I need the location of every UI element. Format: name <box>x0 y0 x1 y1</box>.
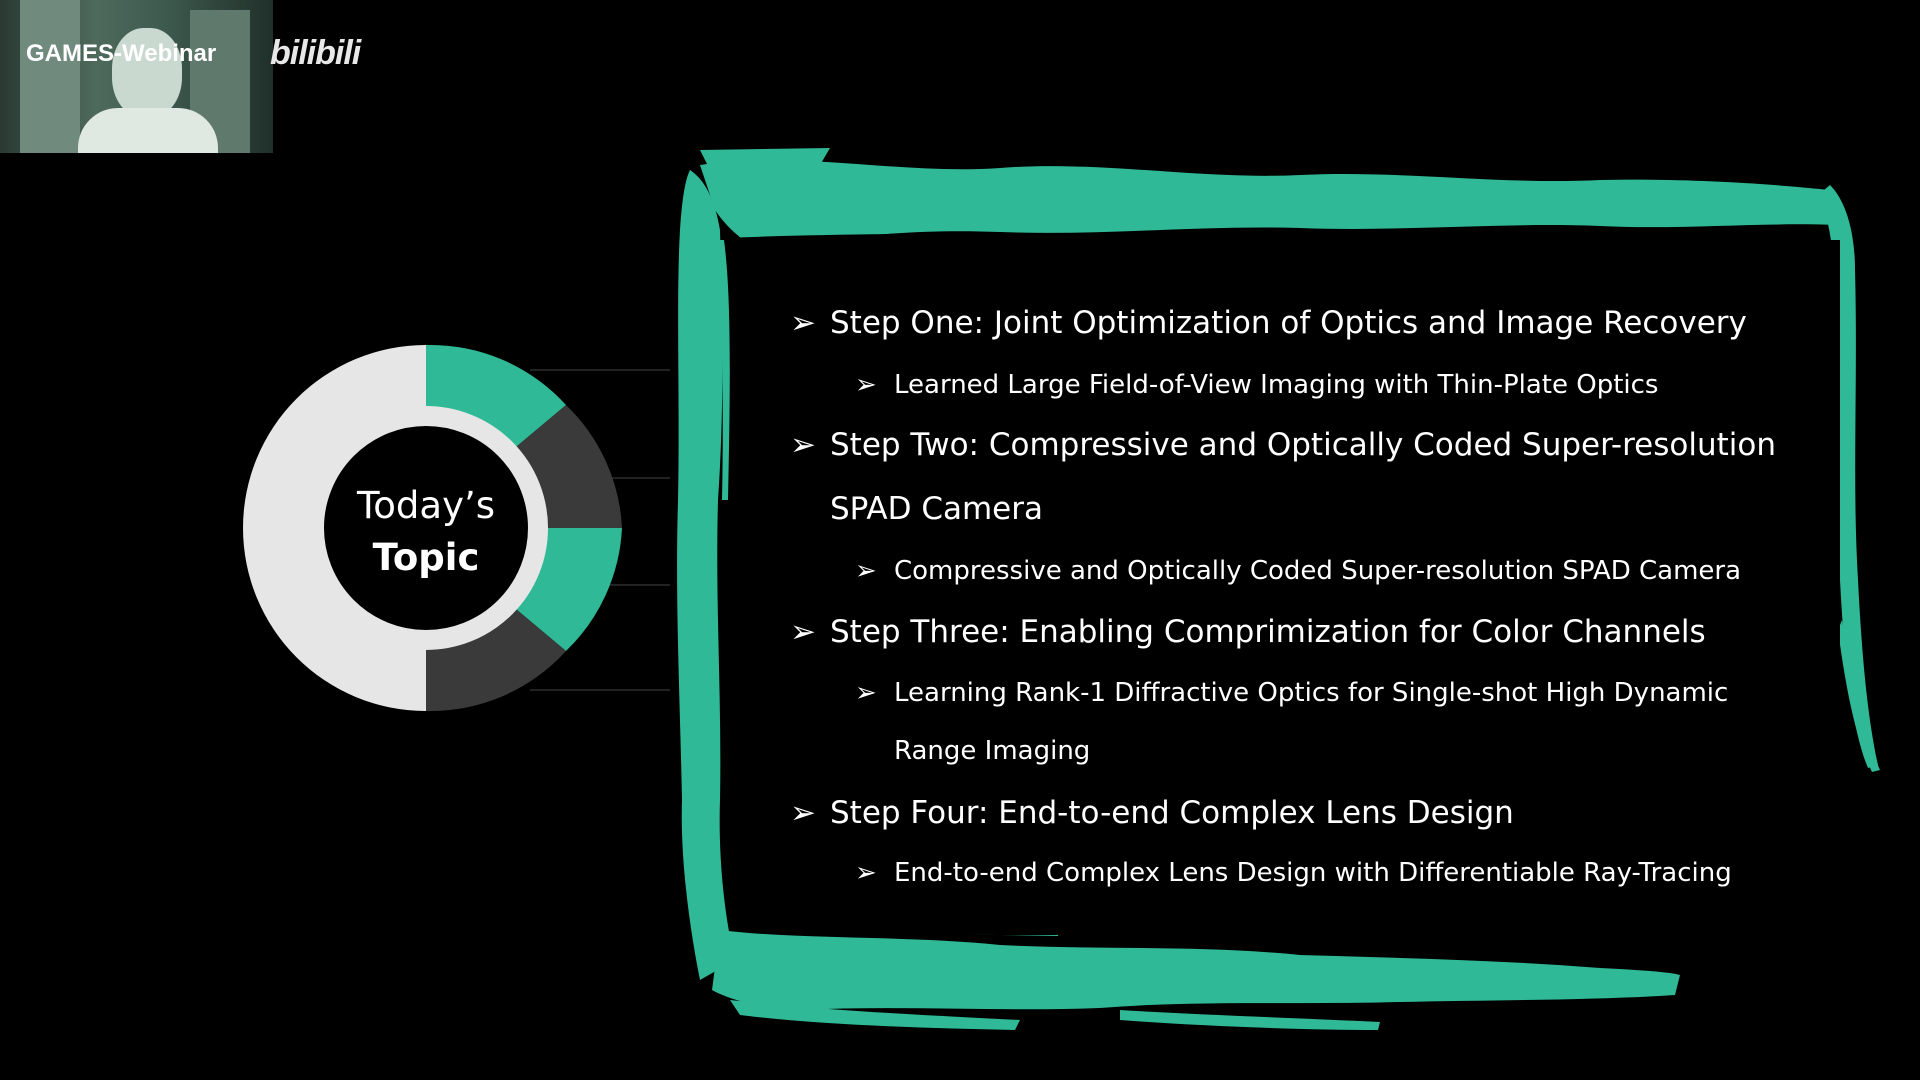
agenda-step-one-sub: Learned Large Field-of-View Imaging with… <box>894 370 1659 400</box>
agenda-step-two-line2: SPAD Camera <box>830 491 1043 527</box>
agenda-step-four: Step Four: End-to-end Complex Lens Desig… <box>830 795 1514 831</box>
arrow-bullet-icon: ➢ <box>790 795 816 831</box>
topic-title-line1: Today’s <box>356 484 496 527</box>
arrow-bullet-icon: ➢ <box>855 556 877 586</box>
arrow-bullet-icon: ➢ <box>790 427 816 463</box>
arrow-bullet-icon: ➢ <box>790 305 816 341</box>
arrow-bullet-icon: ➢ <box>855 858 877 888</box>
agenda-step-two-line1: Step Two: Compressive and Optically Code… <box>830 427 1776 463</box>
channel-watermark: GAMES-Webinar <box>26 40 217 67</box>
arrow-bullet-icon: ➢ <box>855 370 877 400</box>
slide: Today’s Topic ➢ Step One: Joint Optimiza… <box>0 0 1920 1080</box>
agenda-step-one: Step One: Joint Optimization of Optics a… <box>830 305 1747 341</box>
topic-donut <box>243 344 622 712</box>
arrow-bullet-icon: ➢ <box>855 678 877 708</box>
agenda-step-four-sub: End-to-end Complex Lens Design with Diff… <box>894 858 1732 888</box>
agenda-step-three-sub-line1: Learning Rank-1 Diffractive Optics for S… <box>894 678 1729 708</box>
arrow-bullet-icon: ➢ <box>790 614 816 650</box>
topic-title-line2: Topic <box>372 536 480 579</box>
agenda-step-three-sub-line2: Range Imaging <box>894 736 1091 766</box>
bilibili-logo: bilibili <box>270 34 361 72</box>
webcam-overlay <box>0 0 273 153</box>
agenda-step-three: Step Three: Enabling Comprimization for … <box>830 614 1706 650</box>
agenda-step-two-sub: Compressive and Optically Coded Super-re… <box>894 556 1742 586</box>
